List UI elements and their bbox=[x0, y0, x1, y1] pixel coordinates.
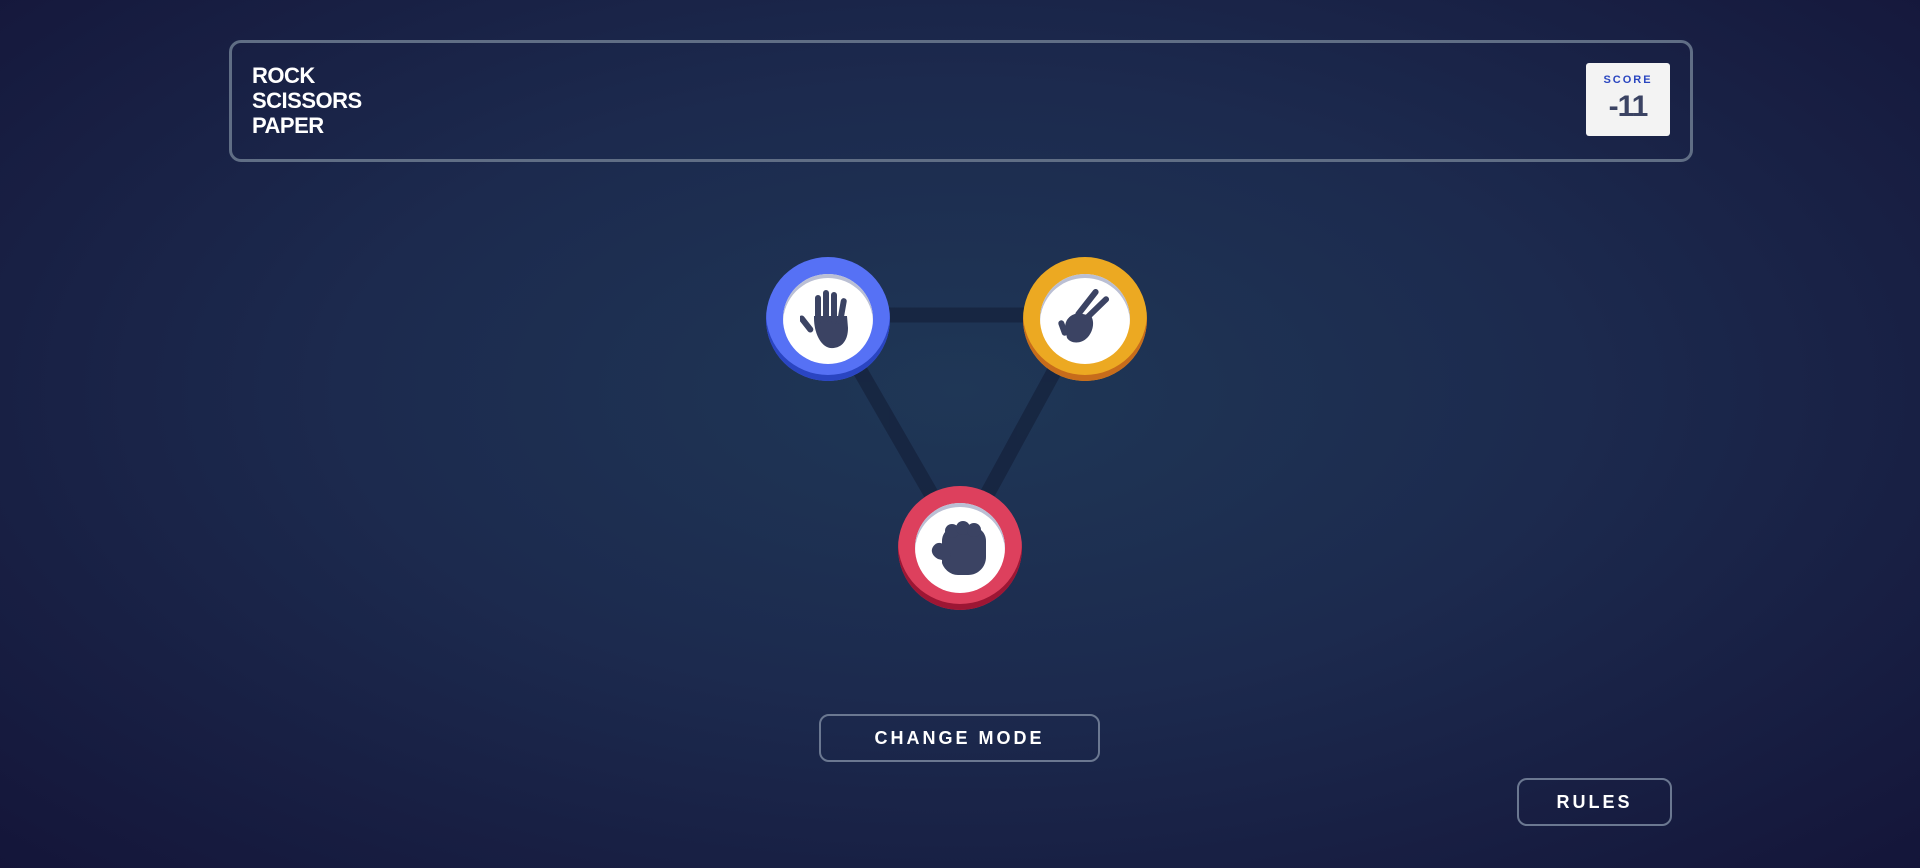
header: ROCK SCISSORS PAPER SCORE -11 bbox=[229, 40, 1693, 162]
paper-token-inner bbox=[783, 274, 873, 364]
title-line-paper: PAPER bbox=[252, 113, 324, 138]
change-mode-button[interactable]: CHANGE MODE bbox=[819, 714, 1100, 762]
scissors-token-inner bbox=[1040, 274, 1130, 364]
rules-button[interactable]: RULES bbox=[1517, 778, 1672, 826]
score-label: SCORE bbox=[1603, 74, 1653, 86]
scissors-hand-icon bbox=[1058, 288, 1110, 343]
rock-fist-icon bbox=[931, 521, 986, 575]
title-line-rock: ROCK bbox=[252, 63, 315, 88]
game-title: ROCK SCISSORS PAPER bbox=[252, 63, 362, 138]
rock-token-inner bbox=[915, 503, 1005, 593]
score-value: -11 bbox=[1608, 90, 1649, 123]
rock-token[interactable] bbox=[898, 486, 1022, 610]
title-line-scissors: SCISSORS bbox=[252, 88, 362, 113]
scissors-token[interactable] bbox=[1023, 257, 1147, 381]
paper-token[interactable] bbox=[766, 257, 890, 381]
paper-hand-icon bbox=[800, 290, 848, 349]
score-box: SCORE -11 bbox=[1586, 63, 1670, 136]
